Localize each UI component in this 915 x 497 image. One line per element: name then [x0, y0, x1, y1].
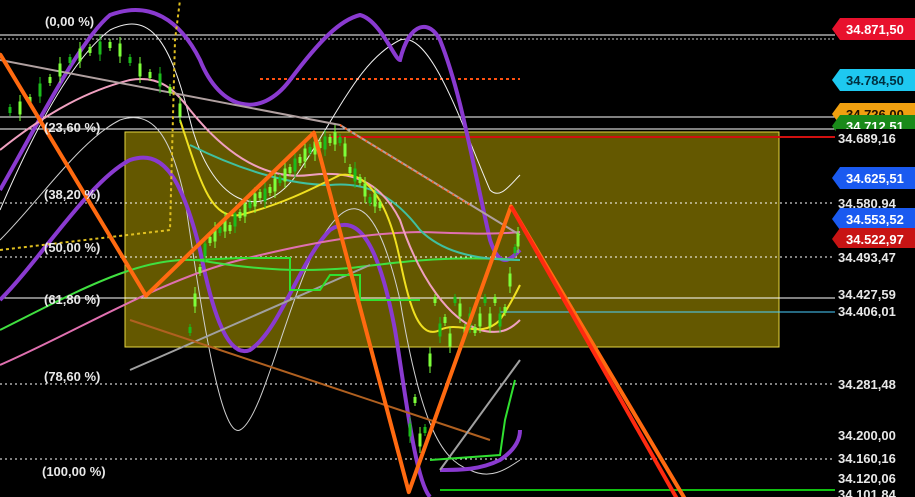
price-tag: 34.493,47 [836, 248, 915, 266]
fib-level-label: (61,80 %) [44, 292, 100, 307]
price-tag: 34.427,59 [836, 285, 915, 303]
price-tag-label: 34.625,51 [846, 171, 904, 186]
axis-tick-label: 34.160,16 [838, 451, 896, 466]
price-tag-label: 34.871,50 [846, 22, 904, 37]
zigzag-point [407, 490, 411, 494]
fib-level-label: (23,60 %) [44, 120, 100, 135]
price-tag: 34.406,01 [836, 302, 915, 320]
price-tag-label: 34.522,97 [846, 232, 904, 247]
axis-tick-label: 34.281,48 [838, 377, 896, 392]
axis-tick-label: 34.120,06 [838, 471, 896, 486]
axis-tick-label: 34.101,84 [838, 487, 897, 497]
trading-chart[interactable]: (0,00 %) (23,60 %) (38,20 %) (50,00 %) (61,8… [0, 0, 915, 497]
price-tag: 34.553,52 [832, 208, 915, 230]
fib-level-label: (0,00 %) [45, 14, 94, 29]
price-tag: 34.689,16 [836, 129, 915, 147]
fib-level-label: (50,00 %) [44, 240, 100, 255]
zigzag-point [312, 131, 316, 135]
price-tag: 34.522,97 [832, 228, 915, 250]
price-tag-label: 34.689,16 [838, 131, 896, 146]
fib-level-label: (38,20 %) [44, 187, 100, 202]
price-tag-label: 34.406,01 [838, 304, 896, 319]
price-tag: 34.871,50 [832, 18, 915, 40]
fibonacci-zone [124, 131, 780, 348]
fib-level-label: (100,00 %) [42, 464, 106, 479]
price-tag-label: 34.427,59 [838, 287, 896, 302]
fib-level-label: (78,60 %) [44, 369, 100, 384]
price-tag: 34.784,50 [832, 69, 915, 91]
price-tag-label: 34.784,50 [846, 73, 904, 88]
zigzag-point [144, 294, 148, 298]
price-tag-label: 34.493,47 [838, 250, 896, 265]
price-tag-label: 34.553,52 [846, 212, 904, 227]
price-tag: 34.625,51 [832, 167, 915, 189]
axis-tick-label: 34.200,00 [838, 428, 896, 443]
